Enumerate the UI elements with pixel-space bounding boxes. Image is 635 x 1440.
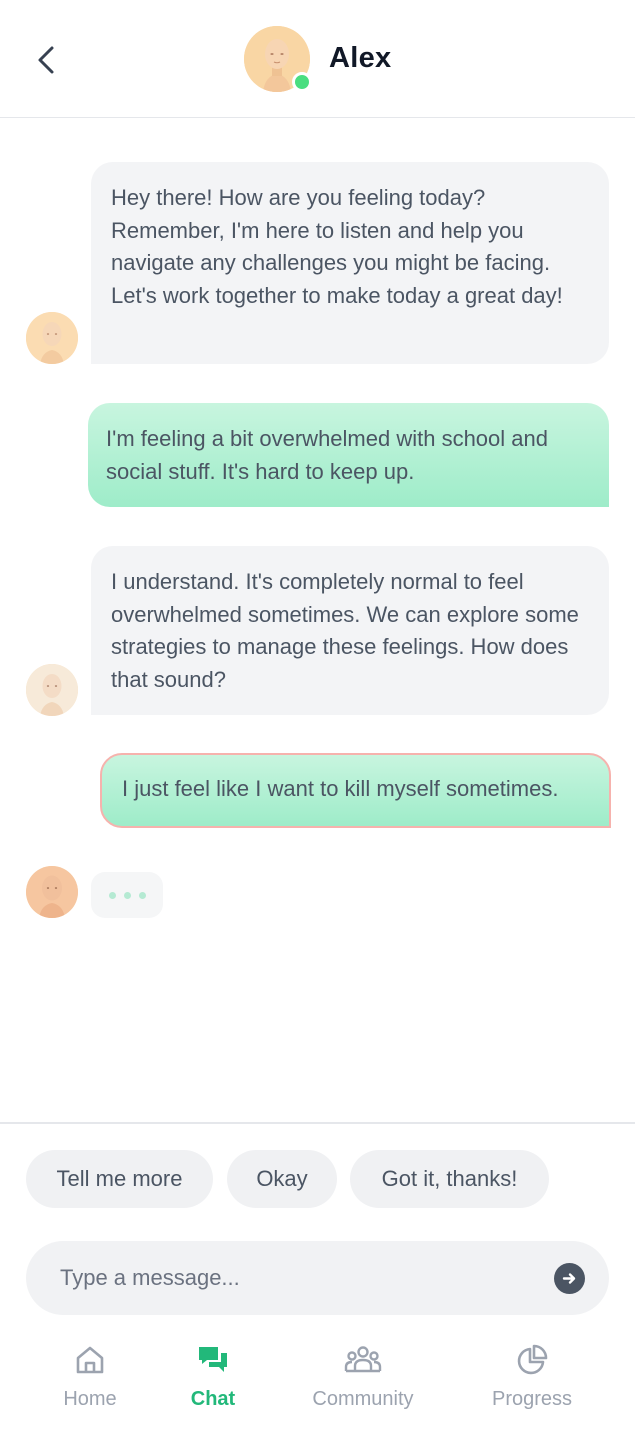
online-status-dot — [292, 72, 312, 92]
message-composer — [26, 1241, 609, 1315]
typing-dot — [108, 891, 116, 899]
quick-reply-got-it[interactable]: Got it, thanks! — [350, 1150, 549, 1208]
typing-dot — [123, 891, 131, 899]
nav-home[interactable]: Home — [52, 1340, 128, 1420]
community-icon — [344, 1346, 382, 1373]
contact-name: Alex — [329, 42, 392, 74]
typing-indicator — [91, 872, 163, 918]
nav-community[interactable]: Community — [303, 1340, 423, 1420]
nav-label-home: Home — [63, 1388, 117, 1410]
chat-bubbles-icon — [199, 1347, 227, 1372]
nav-chat[interactable]: Chat — [180, 1340, 246, 1420]
avatar-face-icon — [26, 664, 78, 716]
message-bubble-user-flagged: I just feel like I want to kill myself s… — [100, 753, 611, 828]
quick-reply-tell-me-more[interactable]: Tell me more — [26, 1150, 213, 1208]
message-bubble-bot: I understand. It's completely normal to … — [91, 546, 609, 715]
pie-chart-icon — [517, 1344, 548, 1375]
contact-avatar[interactable] — [244, 26, 312, 92]
send-button[interactable] — [554, 1263, 585, 1294]
composer-divider — [0, 1122, 635, 1124]
quick-reply-okay[interactable]: Okay — [227, 1150, 337, 1208]
arrow-right-icon — [562, 1273, 576, 1284]
nav-label-community: Community — [312, 1388, 414, 1410]
typing-dot — [138, 891, 146, 899]
nav-label-chat: Chat — [190, 1388, 236, 1410]
chat-header: Alex — [0, 0, 635, 118]
avatar-face-icon — [26, 866, 78, 918]
bot-avatar — [26, 664, 78, 716]
home-icon — [76, 1346, 104, 1374]
bot-avatar — [26, 312, 78, 364]
message-bubble-bot: Hey there! How are you feeling today? Re… — [91, 162, 609, 364]
back-button[interactable] — [28, 40, 64, 80]
avatar-face-icon — [26, 312, 78, 364]
message-input[interactable] — [60, 1241, 540, 1315]
nav-progress[interactable]: Progress — [486, 1340, 578, 1420]
nav-label-progress: Progress — [491, 1388, 573, 1410]
bot-avatar — [26, 866, 78, 918]
message-bubble-user: I'm feeling a bit overwhelmed with schoo… — [88, 403, 609, 507]
chevron-left-icon — [38, 46, 54, 74]
